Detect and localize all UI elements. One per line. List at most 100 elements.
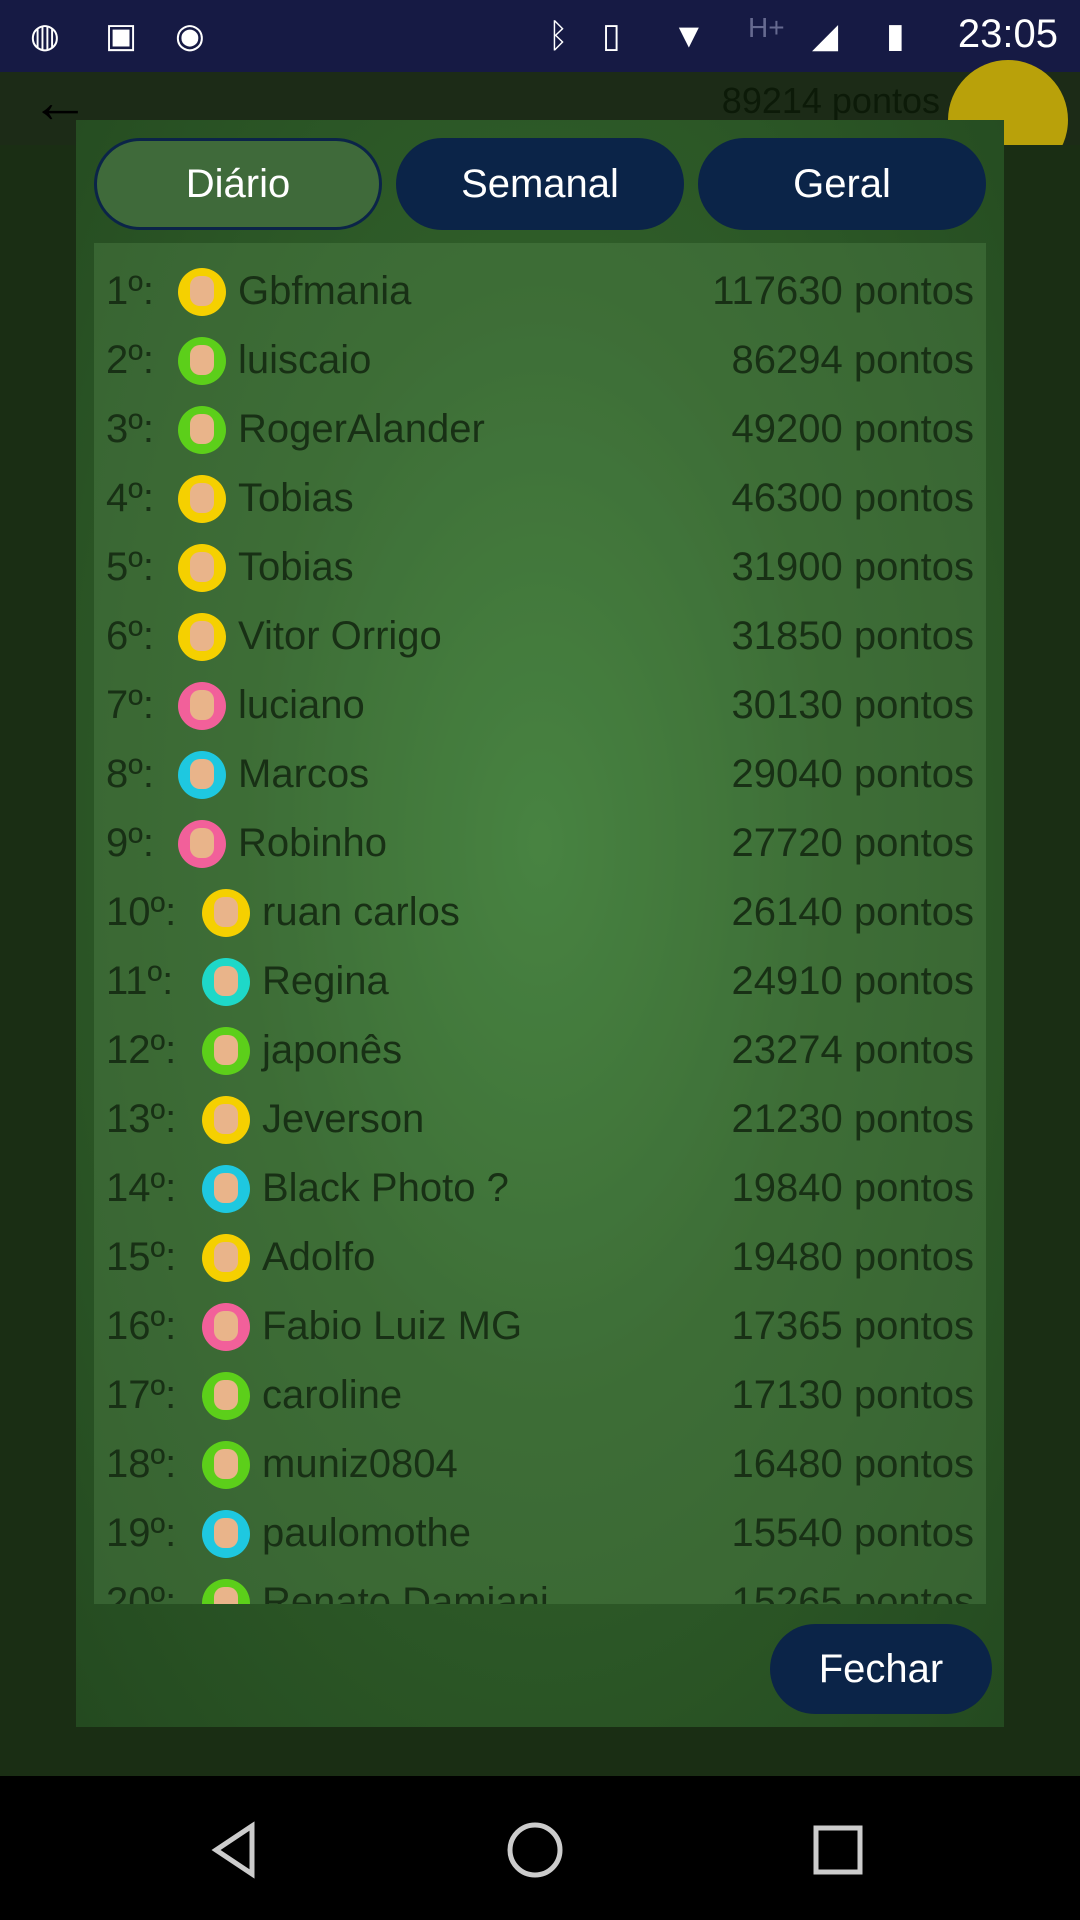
back-nav-icon[interactable] (204, 1820, 264, 1880)
avatar (178, 336, 226, 385)
rank: 20º: (106, 1580, 177, 1604)
player-name: Fabio Luiz MG (262, 1304, 523, 1348)
rank: 10º: (106, 890, 177, 934)
avatar (202, 1164, 250, 1213)
rank: 19º: (106, 1511, 177, 1555)
rank: 1º: (106, 269, 154, 313)
player-points: 27720 pontos (731, 821, 974, 865)
player-name: luciano (238, 683, 365, 727)
rank: 12º: (106, 1028, 177, 1072)
avatar (202, 1095, 250, 1144)
recents-nav-icon[interactable] (808, 1820, 868, 1880)
player-points: 49200 pontos (731, 407, 974, 451)
player-points: 26140 pontos (731, 890, 974, 934)
player-name: Adolfo (262, 1235, 376, 1279)
rank: 9º: (106, 821, 154, 865)
player-name: ruan carlos (262, 890, 460, 934)
player-points: 31900 pontos (731, 545, 974, 589)
close-button[interactable]: Fechar (770, 1624, 992, 1714)
table-row: 15º: Adolfo 19480 pontos (94, 1223, 986, 1292)
avatar (202, 1578, 250, 1604)
player-points: 15265 pontos (731, 1580, 974, 1604)
ranking-list[interactable]: 1º: Gbfmania 117630 pontos 2º: luiscaio 86294… (94, 243, 986, 1604)
ranking-dialog: Diário Semanal Geral 1º: Gbfmania 117630 p… (76, 120, 1004, 1727)
table-row: 4º: Tobias 46300 pontos (94, 464, 986, 533)
table-row: 13º: Jeverson 21230 pontos (94, 1085, 986, 1154)
player-points: 30130 pontos (731, 683, 974, 727)
rank: 15º: (106, 1235, 177, 1279)
player-name: Jeverson (262, 1097, 425, 1141)
rank: 5º: (106, 545, 154, 589)
avatar (202, 1233, 250, 1282)
messenger-icon: ◍ (30, 17, 60, 55)
table-row: 17º: caroline 17130 pontos (94, 1361, 986, 1430)
avatar (202, 1440, 250, 1489)
wifi-icon: ▼ (672, 16, 706, 55)
avatar (178, 612, 226, 661)
avatar (202, 1371, 250, 1420)
player-points: 17130 pontos (731, 1373, 974, 1417)
clock: 23:05 (957, 12, 1058, 56)
avatar (178, 819, 226, 868)
player-name: luiscaio (238, 338, 372, 382)
table-row: 3º: RogerAlander 49200 pontos (94, 395, 986, 464)
table-row: 10º: ruan carlos 26140 pontos (94, 878, 986, 947)
avatar (202, 957, 250, 1006)
table-row: 14º: Black Photo ? 19840 pontos (94, 1154, 986, 1223)
player-name: Tobias (238, 545, 354, 589)
player-points: 86294 pontos (731, 338, 974, 382)
tab-diario[interactable]: Diário (94, 138, 382, 230)
player-points: 46300 pontos (731, 476, 974, 520)
table-row: 12º: japonês 23274 pontos (94, 1016, 986, 1085)
table-row: 6º: Vitor Orrigo 31850 pontos (94, 602, 986, 671)
avatar (202, 1302, 250, 1351)
avatar (202, 1509, 250, 1558)
player-points: 19840 pontos (731, 1166, 974, 1210)
rank: 11º: (106, 959, 174, 1003)
player-name: paulomothe (262, 1511, 472, 1555)
player-points: 15540 pontos (731, 1511, 974, 1555)
table-row: 20º: Renato Damiani 15265 pontos (94, 1568, 986, 1604)
player-name: Regina (262, 959, 389, 1003)
status-bar: ◍ ▣ ◉ ᛒ ▯ ▼ H+ ◢ ▮ 23:05 (0, 0, 1080, 72)
player-name: Marcos (238, 752, 370, 796)
table-row: 1º: Gbfmania 117630 pontos (94, 257, 986, 326)
tab-semanal[interactable]: Semanal (396, 138, 684, 230)
avatar (178, 681, 226, 730)
player-name: caroline (262, 1373, 403, 1417)
rank: 8º: (106, 752, 154, 796)
rank: 3º: (106, 407, 154, 451)
network-type: H+ (748, 12, 785, 43)
player-points: 17365 pontos (731, 1304, 974, 1348)
player-points: 21230 pontos (731, 1097, 974, 1141)
player-points: 16480 pontos (731, 1442, 974, 1486)
avatar (178, 267, 226, 316)
table-row: 19º: paulomothe 15540 pontos (94, 1499, 986, 1568)
avatar (202, 888, 250, 937)
rank: 18º: (106, 1442, 177, 1486)
player-name: Vitor Orrigo (238, 614, 442, 658)
battery-charging-icon: ▮ (886, 17, 905, 55)
player-name: muniz0804 (262, 1442, 458, 1486)
vibrate-icon: ▯ (602, 17, 621, 55)
player-points: 31850 pontos (731, 614, 974, 658)
player-name: Gbfmania (238, 269, 412, 313)
table-row: 8º: Marcos 29040 pontos (94, 740, 986, 809)
player-points: 29040 pontos (731, 752, 974, 796)
rank: 6º: (106, 614, 154, 658)
rank: 16º: (106, 1304, 177, 1348)
home-nav-icon[interactable] (505, 1820, 565, 1880)
rank: 2º: (106, 338, 154, 382)
player-points: 19480 pontos (731, 1235, 974, 1279)
navigation-bar (0, 1776, 1080, 1920)
gallery-icon: ▣ (105, 17, 138, 55)
player-name: Black Photo ? (262, 1166, 509, 1210)
avatar (178, 750, 226, 799)
tab-geral[interactable]: Geral (698, 138, 986, 230)
player-name: japonês (262, 1028, 403, 1072)
table-row: 16º: Fabio Luiz MG 17365 pontos (94, 1292, 986, 1361)
rank: 7º: (106, 683, 154, 727)
player-points: 117630 pontos (712, 269, 974, 313)
table-row: 11º: Regina 24910 pontos (94, 947, 986, 1016)
signal-icon: ◢ (812, 17, 839, 55)
